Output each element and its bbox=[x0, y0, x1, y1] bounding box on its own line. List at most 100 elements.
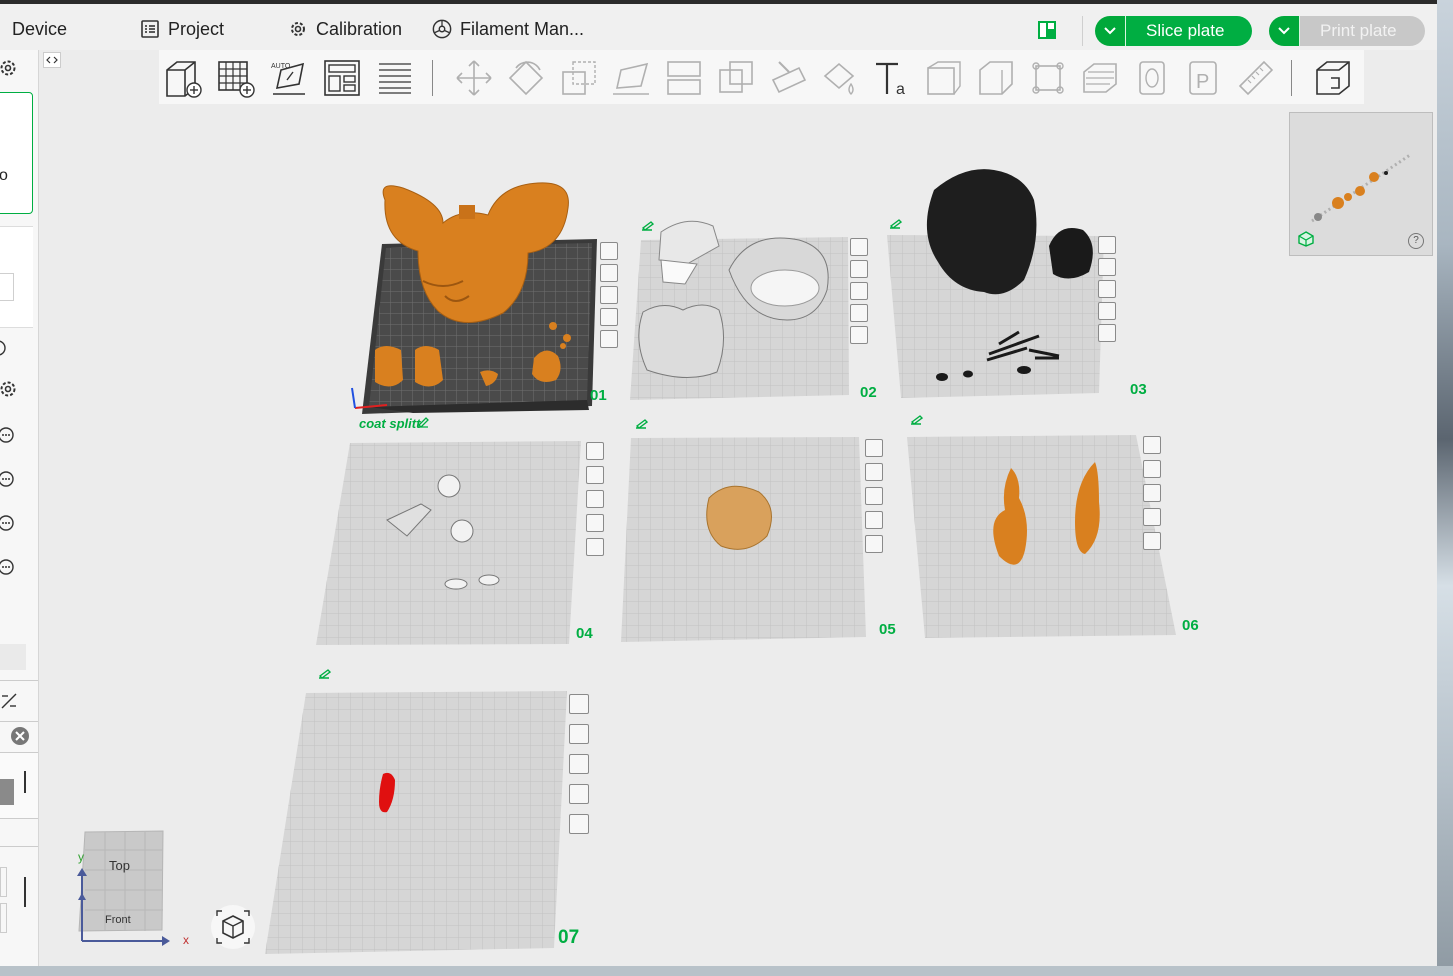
settings-gear-icon[interactable] bbox=[0, 58, 18, 78]
plate-03-lock-icon[interactable] bbox=[1098, 302, 1116, 320]
plate-05-lock-icon[interactable] bbox=[865, 511, 883, 529]
layout-toggle-icon[interactable] bbox=[1037, 20, 1057, 40]
filament-2-more-icon[interactable] bbox=[0, 469, 16, 489]
filament-spool-icon bbox=[432, 19, 452, 39]
plate-02[interactable] bbox=[630, 220, 849, 400]
plate-02-lock-icon[interactable] bbox=[850, 304, 868, 322]
plate-02-orient-icon[interactable] bbox=[850, 260, 868, 278]
menu-filament-manager[interactable]: Filament Man... bbox=[432, 16, 584, 42]
plate-06-orient-icon[interactable] bbox=[1143, 460, 1161, 478]
print-plate-label: Print plate bbox=[1300, 16, 1425, 46]
plate-05-delete-icon[interactable] bbox=[865, 439, 883, 457]
model-tan-face[interactable] bbox=[706, 485, 772, 550]
printer-card-text: o bbox=[0, 167, 8, 184]
view-cube-front-label[interactable]: Front bbox=[105, 914, 131, 926]
plate-07-delete-icon[interactable] bbox=[569, 694, 589, 714]
plate-02-label: 02 bbox=[860, 384, 877, 401]
process-slider-fill bbox=[0, 779, 14, 805]
plate-03-arrange-icon[interactable] bbox=[1098, 280, 1116, 298]
filament-toggle-icon[interactable] bbox=[0, 338, 8, 358]
plate-07-settings-icon[interactable] bbox=[569, 814, 589, 834]
edit-plate-06-icon[interactable] bbox=[910, 415, 924, 425]
object-list-scrollbar[interactable] bbox=[24, 877, 26, 907]
process-scrollbar[interactable] bbox=[24, 771, 26, 793]
plate-05-arrange-icon[interactable] bbox=[865, 487, 883, 505]
edit-plate-05-icon[interactable] bbox=[635, 419, 649, 429]
plate-01-orient-icon[interactable] bbox=[600, 264, 618, 282]
plate-04-settings-icon[interactable] bbox=[586, 538, 604, 556]
plate-04-orient-icon[interactable] bbox=[586, 466, 604, 484]
plate-01-settings-icon[interactable] bbox=[600, 330, 618, 348]
plate-01-arrange-icon[interactable] bbox=[600, 286, 618, 304]
plate-02-delete-icon[interactable] bbox=[850, 238, 868, 256]
plate-04[interactable] bbox=[316, 441, 581, 645]
plate-07[interactable] bbox=[265, 691, 567, 954]
model-black-head[interactable] bbox=[1049, 228, 1093, 279]
model-hand-right[interactable] bbox=[415, 346, 443, 387]
edit-plate-02-icon[interactable] bbox=[641, 221, 655, 231]
plate-03-settings-icon[interactable] bbox=[1098, 324, 1116, 342]
plate-03-label: 03 bbox=[1130, 381, 1147, 398]
plate-03[interactable] bbox=[887, 169, 1104, 398]
plate-07-lock-icon[interactable] bbox=[569, 784, 589, 804]
slice-dropdown[interactable] bbox=[1095, 16, 1126, 46]
plate-02-settings-icon[interactable] bbox=[850, 326, 868, 344]
filament-settings-gear-icon[interactable] bbox=[0, 379, 18, 399]
plate-01-name[interactable]: coat splitt bbox=[359, 416, 420, 431]
plate-05[interactable] bbox=[621, 437, 866, 642]
plate-05-settings-icon[interactable] bbox=[865, 535, 883, 553]
topbar-divider bbox=[1082, 16, 1083, 46]
model-hand-left[interactable] bbox=[375, 346, 403, 387]
plate-04-arrange-icon[interactable] bbox=[586, 490, 604, 508]
edit-plate-07-icon[interactable] bbox=[318, 669, 332, 679]
chevron-down-icon bbox=[1104, 27, 1116, 35]
reset-view-button[interactable] bbox=[211, 905, 255, 949]
plate-07-arrange-icon[interactable] bbox=[569, 754, 589, 774]
print-plate-button[interactable]: Print plate bbox=[1269, 16, 1425, 46]
edit-plate-03-icon[interactable] bbox=[889, 219, 903, 229]
3d-viewport[interactable]: AUTO a P 01 coat splitt 02 03 04 05 06 0… bbox=[39, 50, 1437, 966]
plate-01-delete-icon[interactable] bbox=[600, 242, 618, 260]
plate-01[interactable] bbox=[362, 182, 597, 414]
axis-y-label: y bbox=[78, 850, 84, 864]
object-list-panel bbox=[0, 846, 38, 966]
model-white-legs[interactable] bbox=[638, 304, 725, 379]
filament-1-more-icon[interactable] bbox=[0, 425, 16, 445]
help-icon[interactable]: ? bbox=[1408, 233, 1424, 249]
plate-thumbnail-panel[interactable]: ? bbox=[1289, 112, 1433, 256]
plate-04-lock-icon[interactable] bbox=[586, 514, 604, 532]
plate-04-delete-icon[interactable] bbox=[586, 442, 604, 460]
object-row-1[interactable] bbox=[0, 867, 7, 897]
desktop-wallpaper-bottom bbox=[0, 966, 1453, 976]
plate-type-select[interactable] bbox=[0, 273, 14, 301]
view-cube-top-label[interactable]: Top bbox=[109, 858, 130, 873]
plate-03-delete-icon[interactable] bbox=[1098, 236, 1116, 254]
menu-calibration[interactable]: Calibration bbox=[288, 16, 402, 42]
plate-01-lock-icon[interactable] bbox=[600, 308, 618, 326]
view-cube[interactable] bbox=[77, 830, 170, 946]
plate-06-delete-icon[interactable] bbox=[1143, 436, 1161, 454]
edit-plate-01-icon[interactable] bbox=[417, 416, 429, 428]
plate-07-orient-icon[interactable] bbox=[569, 724, 589, 744]
menu-device[interactable]: Device bbox=[12, 16, 67, 42]
printer-card[interactable]: o bbox=[0, 92, 33, 214]
menu-project[interactable]: Project bbox=[140, 16, 224, 42]
process-compare-icon[interactable] bbox=[0, 692, 18, 710]
filament-3-more-icon[interactable] bbox=[0, 513, 16, 533]
close-circle-icon[interactable] bbox=[10, 726, 30, 746]
filament-4-more-icon[interactable] bbox=[0, 557, 16, 577]
plate-05-orient-icon[interactable] bbox=[865, 463, 883, 481]
plate-06-lock-icon[interactable] bbox=[1143, 508, 1161, 526]
slice-plate-button[interactable]: Slice plate bbox=[1095, 16, 1253, 46]
plate-05-tools bbox=[865, 439, 883, 553]
object-row-2[interactable] bbox=[0, 903, 7, 933]
plate-06-settings-icon[interactable] bbox=[1143, 532, 1161, 550]
plate-06[interactable] bbox=[907, 435, 1176, 638]
y-axis-line bbox=[351, 387, 356, 409]
print-dropdown[interactable] bbox=[1269, 16, 1300, 46]
plate-06-arrange-icon[interactable] bbox=[1143, 484, 1161, 502]
plate-02-arrange-icon[interactable] bbox=[850, 282, 868, 300]
plate-03-orient-icon[interactable] bbox=[1098, 258, 1116, 276]
preview-mode-cube-icon[interactable] bbox=[1298, 231, 1314, 247]
desktop-wallpaper bbox=[1437, 0, 1453, 976]
